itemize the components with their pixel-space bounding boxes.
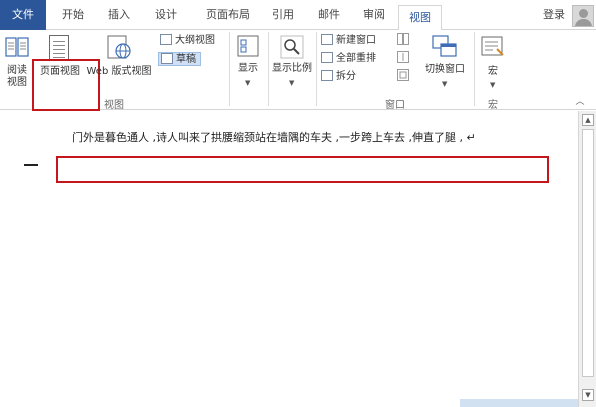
- magnifier-icon: [280, 35, 304, 59]
- sync-scroll-icon[interactable]: [397, 51, 409, 63]
- outline-view-label: 大纲视图: [175, 35, 215, 46]
- outline-view-button[interactable]: 大纲视图: [160, 34, 215, 48]
- split-label: 拆分: [336, 71, 356, 82]
- arrange-all-label: 全部重排: [336, 53, 376, 64]
- chevron-down-icon: ▼: [289, 79, 295, 87]
- arrange-all-icon: [321, 52, 333, 63]
- show-label: 显示: [238, 63, 258, 74]
- switch-windows-label: 切换窗口: [425, 64, 465, 75]
- switch-windows-button[interactable]: 切换窗口 ▼: [420, 32, 470, 90]
- macros-label: 宏: [488, 66, 498, 77]
- new-window-label: 新建窗口: [336, 35, 376, 46]
- side-by-side-icon[interactable]: [397, 33, 409, 45]
- book-icon: [5, 37, 29, 57]
- macros-group-label: 宏: [488, 100, 498, 111]
- group-separator: [474, 32, 475, 106]
- switch-windows-icon: [432, 35, 457, 57]
- read-mode-button[interactable]: 阅读视图: [3, 32, 31, 92]
- login-link[interactable]: 登录: [543, 0, 565, 30]
- show-button[interactable]: 显示 ▼: [233, 32, 263, 90]
- outline-icon: [160, 34, 172, 45]
- user-avatar-icon[interactable]: [572, 5, 594, 27]
- arrange-all-button[interactable]: 全部重排: [321, 52, 376, 66]
- window-group-label: 窗口: [385, 100, 405, 111]
- split-icon: [321, 70, 333, 81]
- chevron-down-icon: ▼: [442, 80, 448, 88]
- page-icon: [49, 35, 69, 61]
- tab-page-layout[interactable]: 页面布局: [196, 0, 260, 30]
- draft-view-label: 草稿: [176, 54, 196, 65]
- views-group-label: 视图: [104, 100, 124, 111]
- paragraph-marker: [24, 164, 38, 166]
- show-checkbox-icon: [237, 35, 259, 57]
- document-paragraph[interactable]: 门外是暮色通人 ,诗人叫来了拱腰缩颈站在墙隅的车夫 ,一步跨上车去 ,伸直了腿 …: [72, 129, 476, 145]
- chevron-down-icon: ▼: [245, 79, 251, 87]
- document-page[interactable]: 门外是暮色通人 ,诗人叫来了拱腰缩颈站在墙隅的车夫 ,一步跨上车去 ,伸直了腿 …: [0, 111, 578, 407]
- scroll-thumb[interactable]: [582, 129, 594, 377]
- tab-file[interactable]: 文件: [0, 0, 46, 30]
- chevron-down-icon: ▼: [490, 81, 496, 89]
- zoom-label: 显示比例: [272, 63, 312, 74]
- tab-home[interactable]: 开始: [52, 0, 94, 30]
- new-window-button[interactable]: 新建窗口: [321, 34, 376, 48]
- draft-view-button[interactable]: 草稿: [158, 52, 201, 66]
- web-layout-button[interactable]: Web 版式视图: [84, 32, 154, 82]
- tab-design[interactable]: 设计: [146, 0, 186, 30]
- split-button[interactable]: 拆分: [321, 70, 356, 84]
- group-separator: [229, 32, 230, 106]
- draft-icon: [161, 53, 173, 64]
- tab-insert[interactable]: 插入: [100, 0, 138, 30]
- macro-icon: [481, 36, 504, 56]
- web-layout-label: Web 版式视图: [86, 66, 152, 77]
- zoom-button[interactable]: 显示比例 ▼: [270, 32, 314, 90]
- collapse-ribbon-icon[interactable]: ︿: [574, 96, 586, 108]
- highlight-empty-line: [56, 156, 549, 183]
- new-window-icon: [321, 34, 333, 45]
- group-separator: [316, 32, 317, 106]
- scroll-down-icon[interactable]: ▼: [582, 389, 594, 401]
- macros-button[interactable]: 宏 ▼: [478, 32, 508, 90]
- watermark: [460, 399, 578, 407]
- scroll-up-icon[interactable]: ▲: [582, 114, 594, 126]
- tab-review[interactable]: 审阅: [354, 0, 394, 30]
- reset-window-icon[interactable]: [397, 69, 409, 81]
- tab-references[interactable]: 引用: [264, 0, 302, 30]
- vertical-scrollbar[interactable]: ▲ ▼: [578, 111, 596, 407]
- tab-mailings[interactable]: 邮件: [310, 0, 348, 30]
- read-mode-label: 阅读视图: [7, 65, 27, 88]
- globe-page-icon: [107, 35, 131, 59]
- ribbon-tab-bar: 文件 开始 插入 设计 页面布局 引用 邮件 审阅 视图 登录: [0, 0, 596, 36]
- ribbon-view: 阅读视图 页面视图 Web 版式视图 大纲视图 草稿 视图 显示 ▼ 显示比例 …: [0, 30, 596, 111]
